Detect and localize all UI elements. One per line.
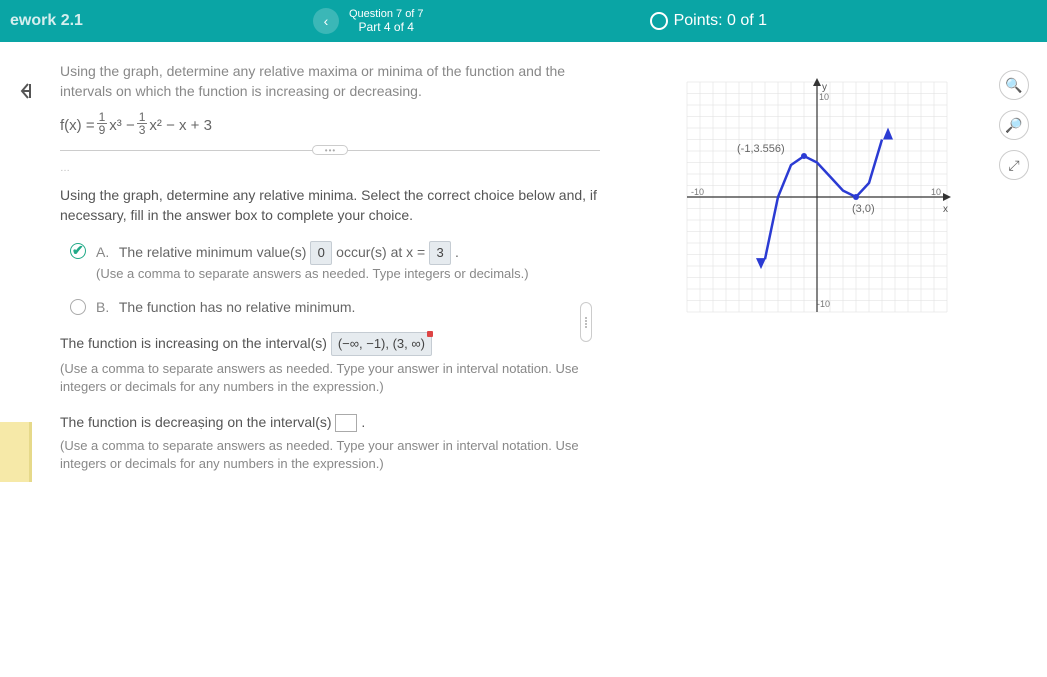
increasing-para: The function is increasing on the interv… xyxy=(60,332,600,356)
zoom-in-icon: 🔍 xyxy=(1005,77,1022,94)
zoom-out-icon: 🔎 xyxy=(1005,117,1022,134)
function-formula: f(x) = 1 9 x³ − 1 3 x² − x + 3 xyxy=(60,113,600,138)
prev-question-button[interactable]: ‹ xyxy=(313,8,339,34)
fraction-2: 1 3 xyxy=(137,111,148,136)
radio-a[interactable] xyxy=(70,243,86,259)
points-text: Points: 0 of 1 xyxy=(674,12,767,30)
question-number: Question 7 of 7 xyxy=(349,8,424,20)
svg-text:-10: -10 xyxy=(817,299,830,309)
decreasing-hint: (Use a comma to separate answers as need… xyxy=(60,437,600,473)
svg-text:-10: -10 xyxy=(691,187,704,197)
choice-b-label: B. xyxy=(96,299,109,315)
side-tab[interactable] xyxy=(0,422,32,482)
open-button[interactable]: ⤢ xyxy=(999,150,1029,180)
choice-b[interactable]: B. The function has no relative minimum. xyxy=(70,297,600,318)
question-indicator: Question 7 of 7 Part 4 of 4 xyxy=(349,8,424,34)
radio-b[interactable] xyxy=(70,299,86,315)
part-number: Part 4 of 4 xyxy=(359,20,414,34)
choice-a-hint: (Use a comma to separate answers as need… xyxy=(96,265,600,283)
increasing-hint: (Use a comma to separate answers as need… xyxy=(60,360,600,396)
graph-tools: 🔍 🔎 ⤢ xyxy=(999,70,1029,180)
min-x-input[interactable]: 3 xyxy=(429,241,451,265)
app-header: ework 2.1 ‹ Question 7 of 7 Part 4 of 4 … xyxy=(0,0,1047,42)
prompt-text: Using the graph, determine any relative … xyxy=(60,62,600,101)
function-graph[interactable]: y x 10 -10 -10 10 (-1,3.556) (3,0) xyxy=(667,72,967,322)
min-value-input[interactable]: 0 xyxy=(310,241,332,265)
choice-a-label: A. xyxy=(96,244,109,260)
increasing-input[interactable]: (−∞, −1), (3, ∞) xyxy=(331,332,432,356)
zoom-out-button[interactable]: 🔎 xyxy=(999,110,1029,140)
svg-text:10: 10 xyxy=(819,92,829,102)
resize-handle[interactable] xyxy=(580,302,592,342)
collapse-handle[interactable]: ••• xyxy=(312,145,348,155)
choice-a[interactable]: A. The relative minimum value(s) 0 occur… xyxy=(70,241,600,283)
decreasing-para: The function is decreaṣing on the interv… xyxy=(60,412,600,433)
fraction-1: 1 9 xyxy=(97,111,108,136)
zoom-in-button[interactable]: 🔍 xyxy=(999,70,1029,100)
question-column: Using the graph, determine any relative … xyxy=(60,62,600,657)
svg-text:(3,0): (3,0) xyxy=(852,203,875,215)
svg-text:x: x xyxy=(943,204,948,215)
points-icon xyxy=(650,12,668,30)
open-icon: ⤢ xyxy=(1008,157,1019,174)
homework-label: ework 2.1 xyxy=(10,12,83,30)
svg-text:10: 10 xyxy=(931,187,941,197)
svg-text:(-1,3.556): (-1,3.556) xyxy=(737,143,785,155)
choice-a-body: A. The relative minimum value(s) 0 occur… xyxy=(96,241,600,283)
graph-svg: y x 10 -10 -10 10 (-1,3.556) (3,0) xyxy=(667,72,967,322)
preceding-answers-note: … xyxy=(60,163,600,174)
minima-question: Using the graph, determine any relative … xyxy=(60,186,600,225)
back-icon[interactable] xyxy=(20,82,42,106)
decreasing-input[interactable] xyxy=(335,414,357,432)
chevron-left-icon: ‹ xyxy=(324,13,329,29)
points-display: Points: 0 of 1 xyxy=(650,12,767,30)
choice-b-body: B. The function has no relative minimum. xyxy=(96,297,600,318)
content-area: Using the graph, determine any relative … xyxy=(0,42,1047,677)
graph-column: y x 10 -10 -10 10 (-1,3.556) (3,0) xyxy=(667,72,967,322)
